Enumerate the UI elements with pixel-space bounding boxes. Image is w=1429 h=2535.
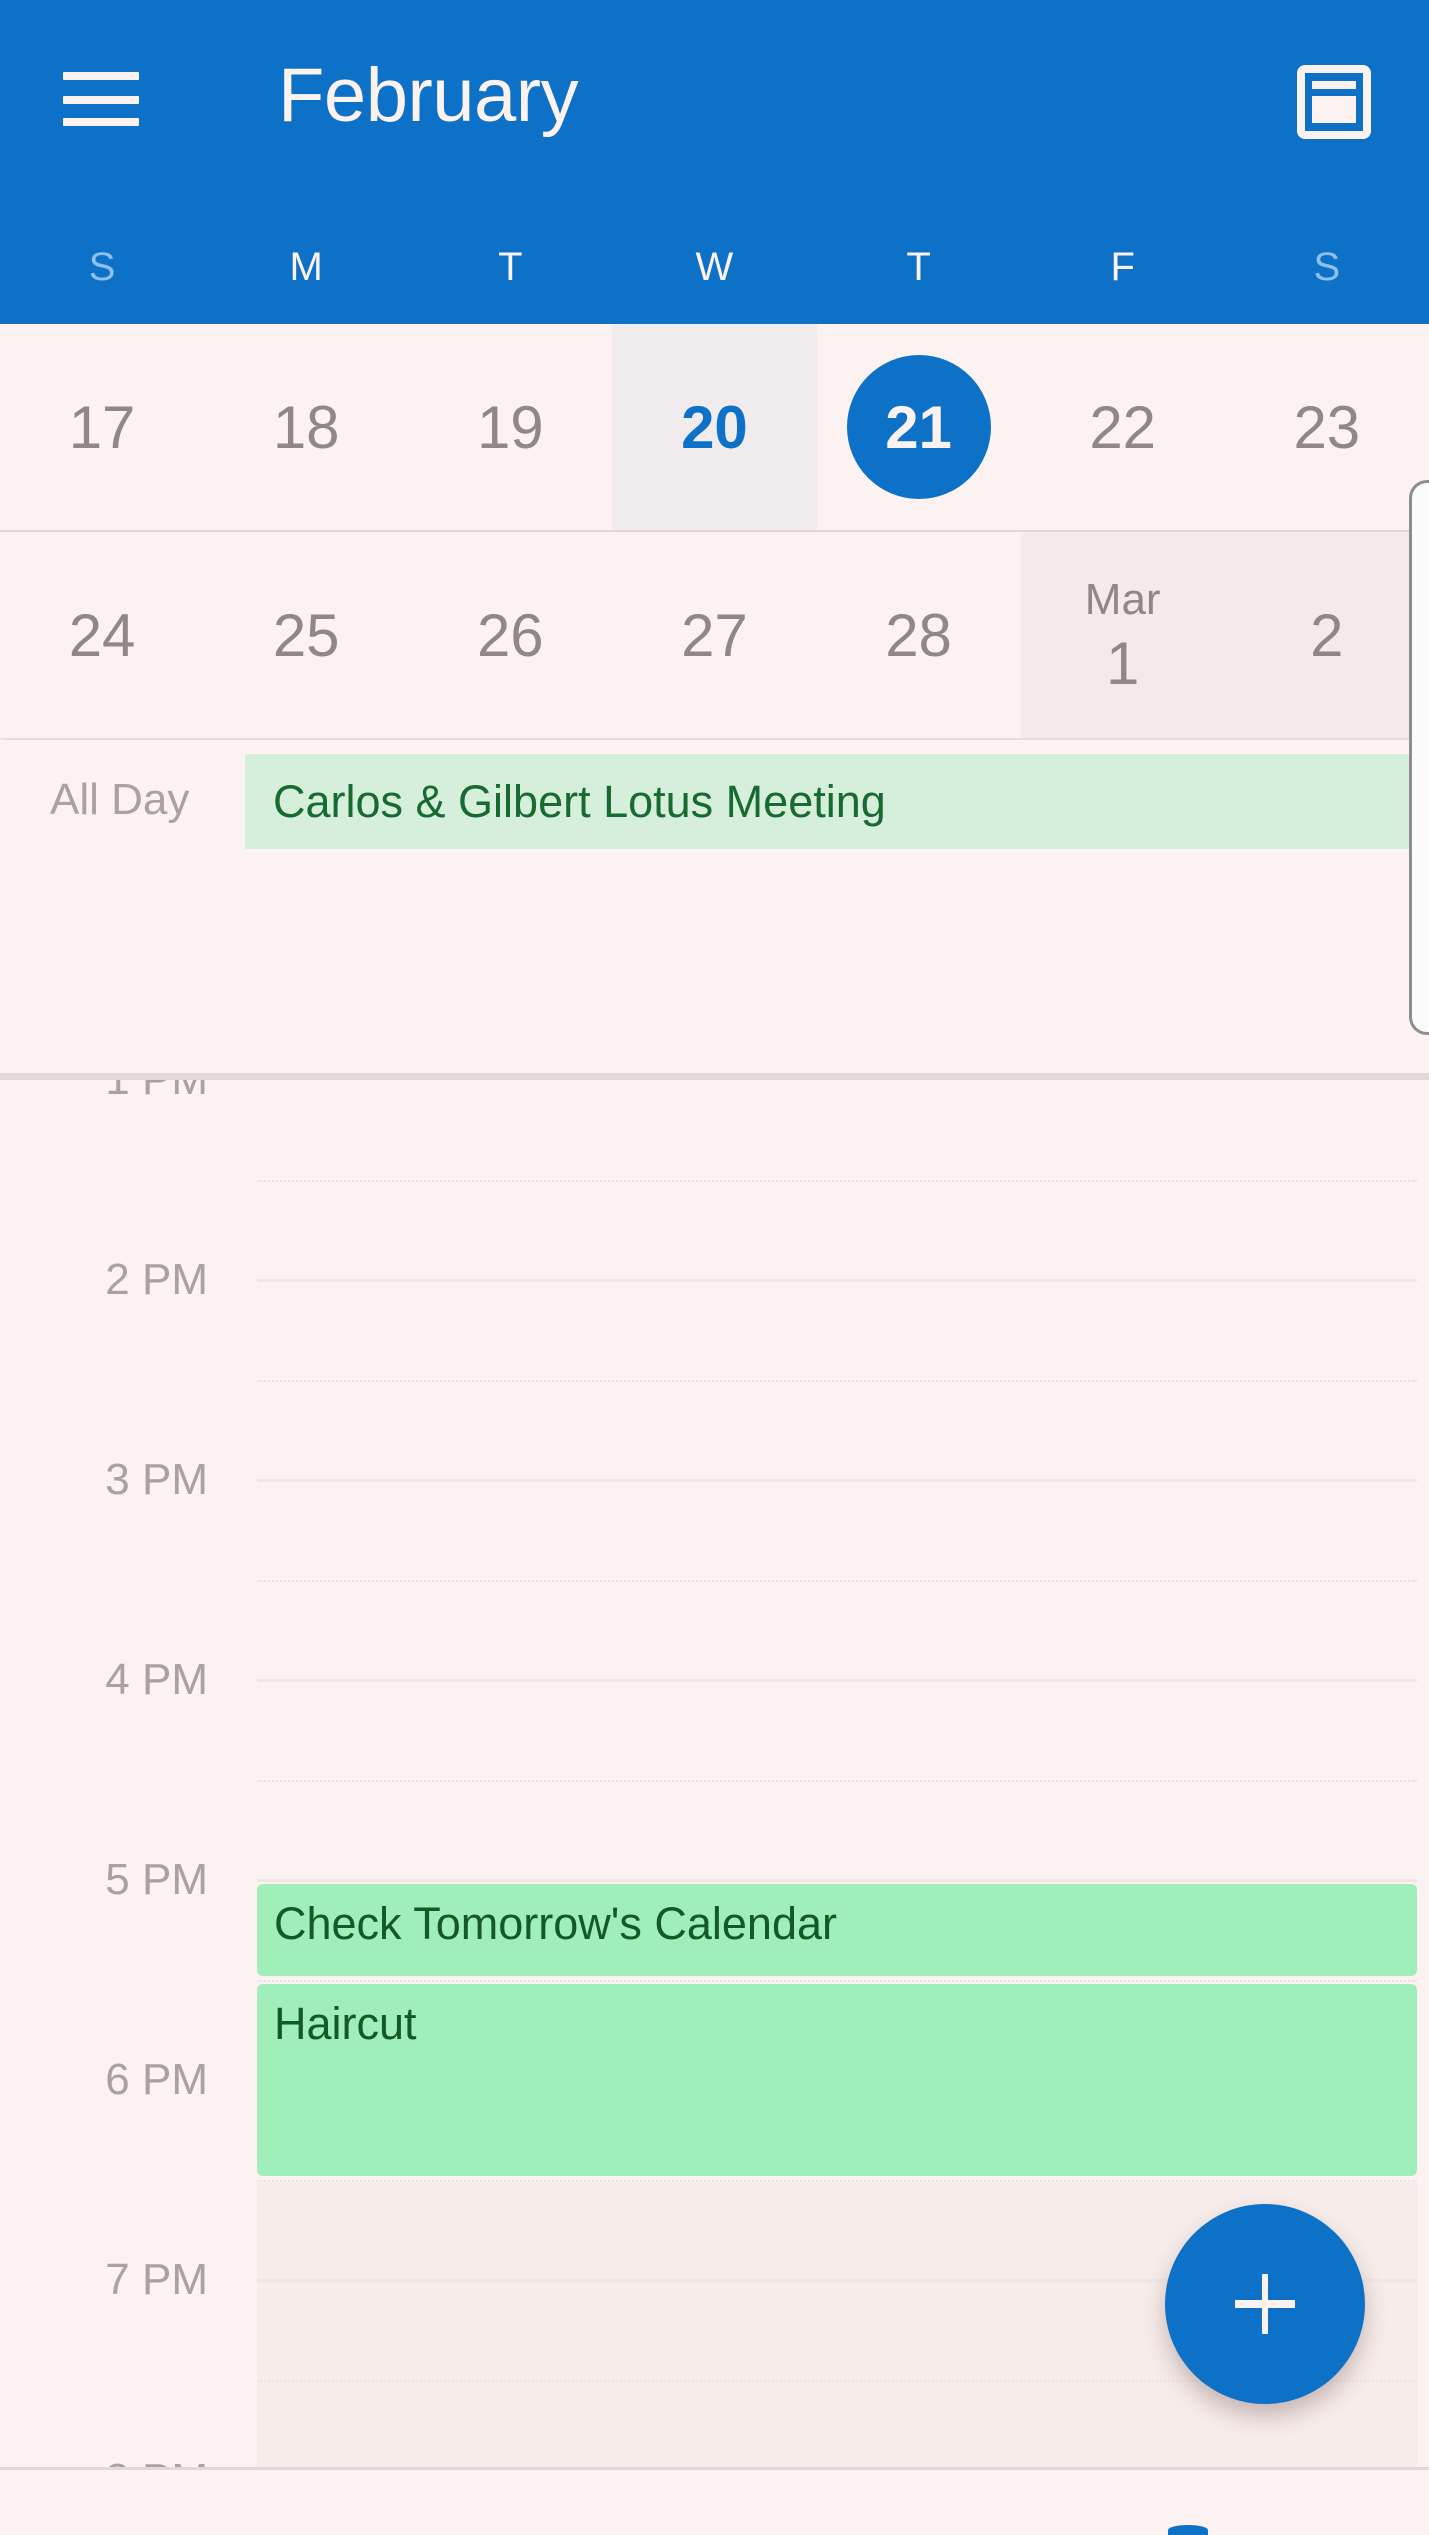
day-cell-today[interactable]: 21 — [817, 324, 1021, 530]
view-icon-block — [1312, 96, 1356, 123]
month-title[interactable]: February — [278, 52, 579, 139]
weekday-sat: S — [1313, 245, 1341, 289]
day-cell-selected[interactable]: 20 — [612, 324, 817, 530]
day-number: 23 — [1293, 393, 1361, 461]
half-hour-line — [257, 1180, 1417, 1182]
day-cell[interactable]: 25 — [204, 533, 408, 738]
app-bar: February S M T W T F S — [0, 0, 1429, 324]
add-event-button[interactable] — [1165, 2204, 1365, 2404]
hour-line — [257, 1879, 1417, 1882]
menu-bar — [63, 118, 139, 126]
weekday-mon: M — [289, 245, 323, 289]
day-cell[interactable]: 26 — [408, 533, 612, 738]
hour-line — [257, 1279, 1417, 1282]
edge-panel-handle[interactable] — [1409, 480, 1429, 1035]
day-stack: Mar 1 — [1084, 574, 1161, 697]
day-number: 26 — [476, 602, 544, 669]
weekday-thu: T — [906, 245, 931, 289]
day-number: 20 — [681, 393, 748, 461]
hour-label: 2 PM — [105, 1255, 208, 1304]
event-title: Check Tomorrow's Calendar — [274, 1898, 837, 1949]
day-cell[interactable]: 22 — [1021, 324, 1225, 530]
hour-label: 1 PM — [0, 1080, 208, 1105]
day-cell[interactable]: 28 — [817, 533, 1021, 738]
day-cell[interactable]: 19 — [408, 324, 612, 530]
event-block[interactable]: Haircut — [257, 1984, 1417, 2176]
menu-bar — [63, 72, 139, 80]
weekday-wed: W — [695, 245, 734, 289]
day-number: 1 — [1106, 629, 1140, 697]
day-number: 21 — [885, 393, 952, 461]
all-day-label: All Day — [50, 775, 190, 824]
hour-line — [257, 1479, 1417, 1482]
day-view-icon[interactable] — [1284, 52, 1384, 152]
event-title: Haircut — [274, 1998, 417, 2049]
day-cell[interactable]: 18 — [204, 324, 408, 530]
nav-item-icon[interactable] — [1168, 2525, 1208, 2535]
weekday-sun: S — [88, 245, 116, 289]
half-hour-line — [257, 1580, 1417, 1582]
section-divider — [0, 1073, 1429, 1080]
weekday-tue: T — [498, 245, 523, 289]
day-number: 28 — [885, 602, 952, 669]
half-hour-line — [257, 1780, 1417, 1782]
plus-icon-bar — [1235, 2300, 1295, 2308]
menu-bar — [63, 96, 139, 104]
week-row-2: 24 25 26 27 28 Mar 1 2 — [0, 533, 1429, 738]
day-number: 27 — [681, 602, 748, 669]
weekday-fri: F — [1110, 245, 1135, 289]
day-cell[interactable]: 23 — [1225, 324, 1429, 530]
hour-label: 8 PM — [0, 2455, 208, 2467]
month-label: Mar — [1084, 574, 1161, 624]
half-hour-line — [257, 1380, 1417, 1382]
half-hour-line — [257, 1980, 1417, 1982]
all-day-section: All Day Carlos & Gilbert Lotus Meeting — [0, 740, 1429, 1073]
day-number: 19 — [476, 393, 544, 461]
week-row-1: 17 18 19 20 21 22 23 — [0, 324, 1429, 532]
hamburger-menu-icon[interactable] — [52, 58, 152, 144]
half-hour-line — [257, 2180, 1417, 2182]
day-number: 22 — [1089, 393, 1157, 461]
day-cell[interactable]: 24 — [0, 533, 204, 738]
hour-label: 5 PM — [105, 1855, 208, 1904]
day-cell-next-month[interactable]: 2 — [1224, 533, 1429, 738]
day-number: 18 — [272, 393, 340, 461]
day-cell[interactable]: 17 — [0, 324, 204, 530]
hour-label: 3 PM — [105, 1455, 208, 1504]
day-number: 24 — [68, 602, 136, 669]
bottom-navigation — [0, 2470, 1429, 2528]
all-day-event[interactable]: Carlos & Gilbert Lotus Meeting — [245, 754, 1409, 849]
weekday-header: S M T W T F S — [0, 232, 1429, 302]
day-cell-next-month[interactable]: Mar 1 — [1020, 533, 1225, 738]
day-cell[interactable]: 27 — [612, 533, 816, 738]
event-block[interactable]: Check Tomorrow's Calendar — [257, 1884, 1417, 1976]
hour-label: 7 PM — [105, 2255, 208, 2304]
day-number: 25 — [272, 602, 340, 669]
hour-label: 4 PM — [105, 1655, 208, 1704]
hour-label: 6 PM — [105, 2055, 208, 2104]
day-number: 2 — [1310, 602, 1344, 669]
view-icon-bar — [1312, 81, 1356, 89]
day-number: 17 — [68, 393, 136, 461]
hour-line — [257, 1679, 1417, 1682]
